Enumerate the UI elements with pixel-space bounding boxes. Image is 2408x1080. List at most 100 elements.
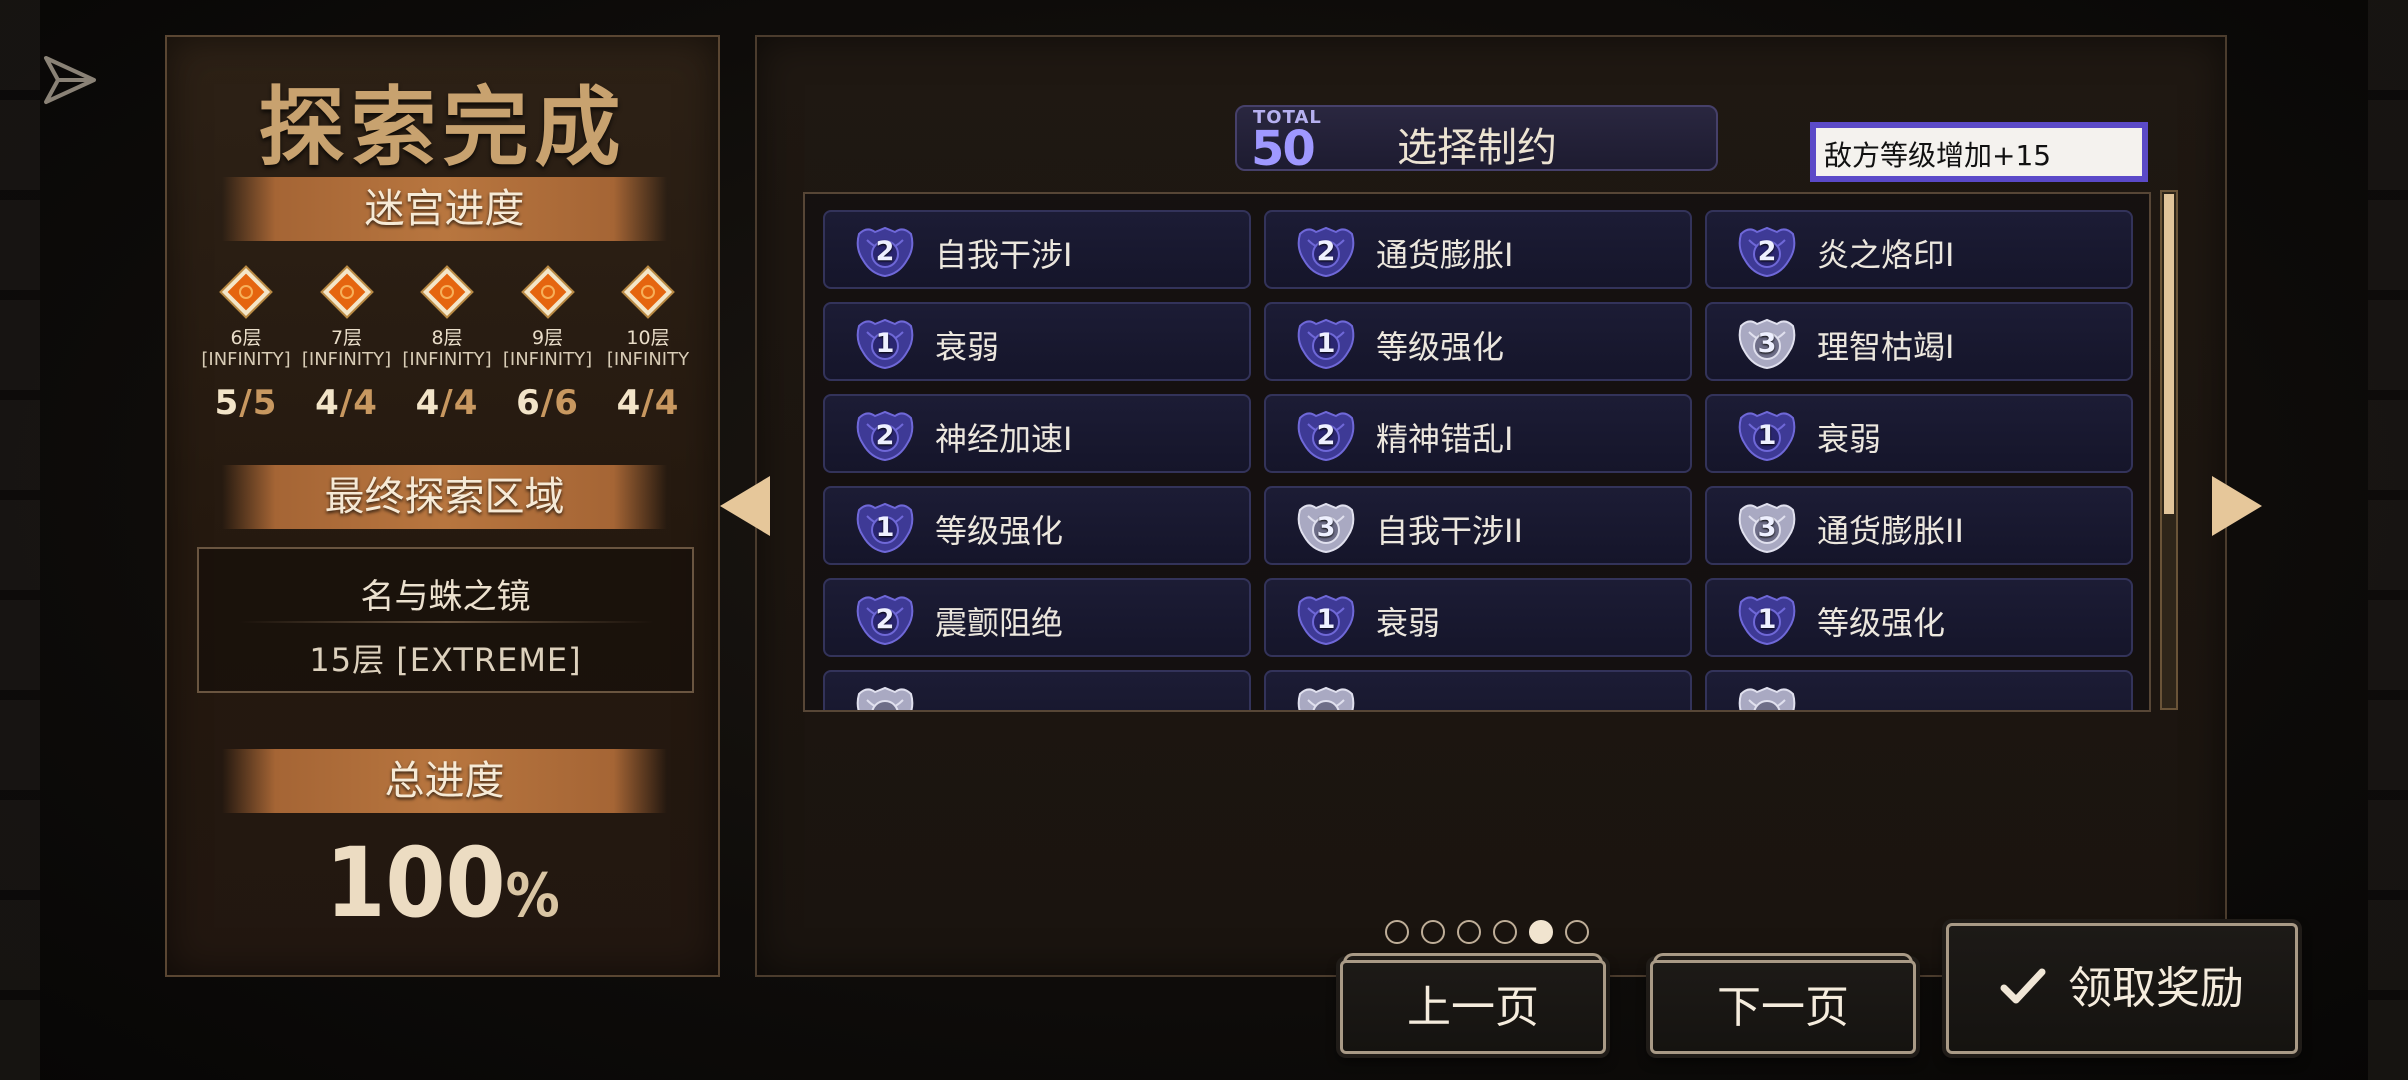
divider <box>239 621 654 623</box>
constraint-level-badge-icon: 1 <box>1294 316 1358 370</box>
prev-arrow-icon[interactable] <box>720 476 770 536</box>
constraint-card[interactable]: 2 精神错乱I <box>1264 394 1692 473</box>
floor-count-sep: / <box>540 383 555 423</box>
total-value: 50 <box>1251 121 1316 177</box>
constraint-card[interactable]: 2 震颤阻绝 <box>823 578 1251 657</box>
scrollbar-thumb[interactable] <box>2164 194 2174 514</box>
constraint-selector-header: TOTAL 50 选择制约 <box>1235 105 1718 177</box>
total-progress-header: 总进度 <box>222 749 667 813</box>
constraint-card[interactable]: 1 等级强化 <box>823 486 1251 565</box>
page-dot-active[interactable] <box>1529 920 1553 944</box>
floor-count: 4/4 <box>398 383 496 423</box>
constraint-level-badge-icon: 1 <box>853 316 917 370</box>
constraint-card[interactable]: 2 通货膨胀I <box>1264 210 1692 289</box>
constraint-level: 1 <box>1316 604 1336 635</box>
constraint-scrollbar[interactable] <box>2160 190 2178 710</box>
page-indicator <box>1385 920 1601 944</box>
floor-diamond-icon <box>420 265 474 319</box>
constraint-row: 1 衰弱 1 等级强化 3 理智枯竭I <box>823 302 2133 381</box>
constraint-label: 炎之烙印I <box>1817 236 1955 274</box>
floor-name: 9层 <box>531 327 564 349</box>
constraint-card-partial[interactable] <box>1264 670 1692 710</box>
page-dot[interactable] <box>1385 920 1409 944</box>
button-tab-decoration <box>1343 953 1603 963</box>
constraint-card[interactable]: 3 自我干涉II <box>1264 486 1692 565</box>
floor-mode: [INFINITY <box>606 349 690 370</box>
floor-count-total: 4 <box>353 383 378 423</box>
floor-count-sep: / <box>641 383 655 423</box>
constraint-card[interactable]: 1 衰弱 <box>823 302 1251 381</box>
constraint-level-badge-icon: 2 <box>853 408 917 462</box>
final-area-box: 名与蛛之镜 15层 [EXTREME] <box>197 547 694 693</box>
floor-count-current: 4 <box>315 383 340 423</box>
floor-mode: [INFINITY] <box>502 349 593 370</box>
constraint-level: 3 <box>1757 328 1777 359</box>
constraint-level-badge-icon: 2 <box>1735 224 1799 278</box>
claim-reward-button[interactable]: 领取奖励 <box>1946 923 2298 1054</box>
panel-title: 探索完成 <box>258 78 627 178</box>
floor-count-current: 4 <box>616 383 642 423</box>
next-page-button[interactable]: 下一页 <box>1650 953 1916 1054</box>
constraint-card-partial[interactable] <box>1705 670 2133 710</box>
constraint-label: 震颤阻绝 <box>935 604 1064 642</box>
page-dot[interactable] <box>1493 920 1517 944</box>
constraint-label: 自我干涉II <box>1376 512 1523 550</box>
constraint-level-badge-icon: 3 <box>1735 500 1799 554</box>
constraint-card[interactable]: 3 理智枯竭I <box>1705 302 2133 381</box>
frame-edge-right <box>2368 0 2408 1080</box>
floor-count-sep: / <box>440 383 454 423</box>
page-dot[interactable] <box>1421 920 1445 944</box>
constraint-card-partial[interactable] <box>823 670 1251 710</box>
total-progress-number: 100 <box>325 827 506 939</box>
share-icon[interactable] <box>40 50 100 110</box>
prev-page-button[interactable]: 上一页 <box>1340 953 1606 1054</box>
constraint-label: 衰弱 <box>1376 604 1441 642</box>
button-tab-decoration <box>1653 953 1913 963</box>
constraint-card[interactable]: 1 衰弱 <box>1264 578 1692 657</box>
constraint-card[interactable]: 1 等级强化 <box>1264 302 1692 381</box>
constraint-row: 2 震颤阻绝 1 衰弱 1 等级强化 <box>823 578 2133 657</box>
selector-title: 选择制约 <box>1397 125 1557 171</box>
floor-count: 6/6 <box>499 383 597 423</box>
constraint-row: 2 自我干涉I 2 通货膨胀I 2 炎之烙印I <box>823 210 2133 289</box>
floor-diamond-icon <box>319 265 374 319</box>
constraint-level-badge-icon: 2 <box>1294 224 1358 278</box>
floor-diamond-icon <box>621 265 675 319</box>
constraint-card[interactable]: 2 炎之烙印I <box>1705 210 2133 289</box>
page-dot[interactable] <box>1457 920 1481 944</box>
constraint-label: 衰弱 <box>1817 420 1882 458</box>
constraint-level: 2 <box>875 236 895 267</box>
constraint-level-badge-icon <box>1294 684 1358 710</box>
final-area-level: 15层 [EXTREME] <box>309 641 582 679</box>
floor-item: 7层 [INFINITY] 4/4 <box>298 259 396 469</box>
constraint-row: 2 神经加速I 2 精神错乱I 1 衰弱 <box>823 394 2133 473</box>
constraint-label: 等级强化 <box>935 512 1064 550</box>
constraint-card[interactable]: 3 通货膨胀II <box>1705 486 2133 565</box>
constraint-level: 1 <box>1757 604 1777 635</box>
constraint-card[interactable]: 1 衰弱 <box>1705 394 2133 473</box>
constraint-level-badge-icon: 2 <box>1294 408 1358 462</box>
floor-count-total: 4 <box>654 383 680 423</box>
floor-progress-list: 6层 [INFINITY] 5/5 7层 [INFINITY] 4/4 8层 [INFINIT… <box>197 259 697 469</box>
constraint-level: 2 <box>1316 420 1336 451</box>
page-dot[interactable] <box>1565 920 1589 944</box>
floor-item: 8层 [INFINITY] 4/4 <box>398 259 496 469</box>
next-page-label: 下一页 <box>1717 982 1849 1033</box>
floor-count-sep: / <box>339 383 354 423</box>
constraint-label: 通货膨胀II <box>1817 512 1964 550</box>
constraint-level: 1 <box>1316 328 1336 359</box>
next-arrow-icon[interactable] <box>2212 476 2262 536</box>
constraint-level: 2 <box>1757 236 1777 267</box>
floor-name: 8层 <box>431 327 463 349</box>
total-progress-value: 100% <box>167 827 718 939</box>
floor-mode: [INFINITY] <box>301 349 392 370</box>
constraint-card[interactable]: 2 神经加速I <box>823 394 1251 473</box>
floor-name: 6层 <box>230 327 262 349</box>
constraint-card[interactable]: 2 自我干涉I <box>823 210 1251 289</box>
constraint-label: 精神错乱I <box>1376 420 1514 458</box>
floor-count-total: 6 <box>554 383 579 423</box>
constraint-level-badge-icon: 3 <box>1735 316 1799 370</box>
constraint-label: 自我干涉I <box>935 236 1073 274</box>
constraint-card[interactable]: 1 等级强化 <box>1705 578 2133 657</box>
floor-item: 10层 [INFINITY 4/4 <box>599 259 697 469</box>
